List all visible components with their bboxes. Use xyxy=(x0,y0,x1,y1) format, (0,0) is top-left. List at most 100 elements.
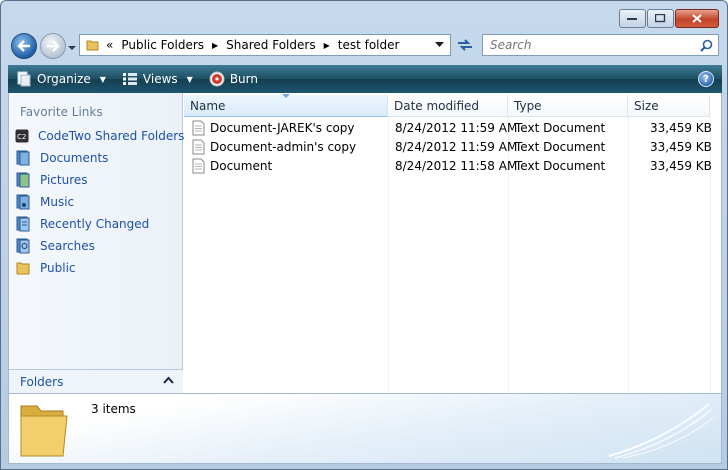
public-folder-icon xyxy=(15,260,31,276)
nav-item-label: Music xyxy=(40,195,75,209)
codetwo-icon: C2 xyxy=(15,128,29,144)
folder-icon xyxy=(86,40,99,51)
nav-item-music[interactable]: Music xyxy=(9,191,183,213)
forward-button[interactable] xyxy=(40,33,66,59)
folders-toggle[interactable]: Folders xyxy=(9,369,183,393)
back-button[interactable] xyxy=(11,33,37,59)
help-button[interactable]: ? xyxy=(698,71,714,87)
address-overflow-marker[interactable]: « xyxy=(106,38,113,52)
text-document-icon xyxy=(192,120,205,136)
back-arrow-icon xyxy=(17,40,30,52)
file-date-modified: 8/24/2012 11:58 AM xyxy=(395,159,518,173)
nav-item-label: Recently Changed xyxy=(40,217,150,231)
column-header-label: Name xyxy=(190,98,226,113)
address-dropdown-icon[interactable] xyxy=(435,42,444,48)
file-date-modified: 8/24/2012 11:59 AM xyxy=(395,121,518,135)
organize-icon xyxy=(17,71,31,87)
views-dropdown-icon: ▼ xyxy=(186,74,193,84)
nav-item-label: CodeTwo Shared Folders xyxy=(38,129,185,143)
nav-item-public[interactable]: Public xyxy=(9,257,183,279)
caption-buttons xyxy=(619,9,719,28)
nav-item-label: Documents xyxy=(40,151,109,165)
file-type: Text Document xyxy=(515,121,606,135)
text-document-icon xyxy=(192,158,205,174)
folder-large-icon xyxy=(20,405,68,457)
organize-button[interactable]: Organize ▼ xyxy=(8,65,114,93)
search-icon[interactable] xyxy=(700,39,713,52)
maximize-icon xyxy=(655,14,666,23)
details-pane: 3 items xyxy=(8,393,722,464)
organize-label: Organize xyxy=(37,72,91,86)
nav-item-searches[interactable]: Searches xyxy=(9,235,183,257)
file-name: Document-JAREK's copy xyxy=(210,121,355,135)
file-row[interactable]: Document-JAREK's copy 8/24/2012 11:59 AM… xyxy=(184,119,714,138)
refresh-icon xyxy=(458,39,472,51)
file-list: Name Date modified Type Size Document-JA… xyxy=(184,93,721,393)
chevron-up-icon xyxy=(163,376,174,384)
item-count: 3 items xyxy=(91,402,136,416)
sort-ascending-icon xyxy=(282,94,290,98)
column-header-label: Type xyxy=(514,98,542,113)
documents-icon xyxy=(15,150,31,166)
search-input[interactable] xyxy=(488,37,688,53)
file-name: Document-admin's copy xyxy=(210,140,357,154)
file-size: 33,459 KB xyxy=(650,159,712,173)
file-row[interactable]: Document 8/24/2012 11:58 AM Text Documen… xyxy=(184,157,714,176)
favorite-links-heading: Favorite Links xyxy=(20,105,103,119)
column-header-date-modified[interactable]: Date modified xyxy=(388,95,508,117)
file-name: Document xyxy=(210,159,273,173)
nav-item-label: Public xyxy=(40,261,76,275)
nav-item-label: Searches xyxy=(40,239,95,253)
decorative-swoosh xyxy=(608,403,714,459)
command-bar: Organize ▼ Views ▼ Burn ? xyxy=(8,65,722,93)
svg-text:C2: C2 xyxy=(17,133,26,141)
nav-item-codetwo-shared-folders[interactable]: C2 CodeTwo Shared Folders xyxy=(9,125,185,147)
recently-changed-icon xyxy=(15,216,31,232)
column-header-label: Size xyxy=(634,98,659,113)
file-type: Text Document xyxy=(515,159,606,173)
text-document-icon xyxy=(192,139,205,155)
column-header-label: Date modified xyxy=(394,98,480,113)
close-button[interactable] xyxy=(675,9,719,28)
views-button[interactable]: Views ▼ xyxy=(114,65,201,93)
close-icon xyxy=(692,14,702,23)
nav-item-label: Pictures xyxy=(40,173,88,187)
file-type: Text Document xyxy=(515,140,606,154)
maximize-button[interactable] xyxy=(647,9,674,28)
file-size: 33,459 KB xyxy=(650,121,712,135)
forward-arrow-icon xyxy=(47,40,60,52)
refresh-button[interactable] xyxy=(453,34,477,56)
burn-disc-icon xyxy=(209,71,225,87)
file-size: 33,459 KB xyxy=(650,140,712,154)
column-header-type[interactable]: Type xyxy=(508,95,628,117)
organize-dropdown-icon: ▼ xyxy=(99,74,106,84)
burn-label: Burn xyxy=(229,72,258,86)
breadcrumb-separator-icon[interactable]: ▶ xyxy=(324,41,330,50)
nav-item-pictures[interactable]: Pictures xyxy=(9,169,183,191)
burn-button[interactable]: Burn xyxy=(201,65,266,93)
file-date-modified: 8/24/2012 11:59 AM xyxy=(395,140,518,154)
chevron-down-icon xyxy=(68,46,76,50)
views-label: Views xyxy=(142,72,178,86)
column-header-size[interactable]: Size xyxy=(628,95,710,117)
folders-label: Folders xyxy=(20,374,64,389)
minimize-button[interactable] xyxy=(619,9,646,28)
breadcrumb-test-folder[interactable]: test folder xyxy=(338,38,400,52)
music-icon xyxy=(15,194,31,210)
views-icon xyxy=(122,73,137,85)
breadcrumb-public-folders[interactable]: Public Folders xyxy=(121,38,204,52)
favorite-links-list: C2 CodeTwo Shared Folders Documents Pict… xyxy=(9,125,185,279)
column-header-name[interactable]: Name xyxy=(184,94,388,117)
file-row[interactable]: Document-admin's copy 8/24/2012 11:59 AM… xyxy=(184,138,714,157)
breadcrumb-separator-icon[interactable]: ▶ xyxy=(212,41,218,50)
pictures-icon xyxy=(15,172,31,188)
address-bar[interactable]: « Public Folders ▶ Shared Folders ▶ test… xyxy=(79,34,451,56)
explorer-window: « Public Folders ▶ Shared Folders ▶ test… xyxy=(0,0,728,470)
navigation-pane: Favorite Links C2 CodeTwo Shared Folders… xyxy=(9,93,185,393)
breadcrumb-shared-folders[interactable]: Shared Folders xyxy=(226,38,315,52)
nav-item-documents[interactable]: Documents xyxy=(9,147,183,169)
nav-item-recently-changed[interactable]: Recently Changed xyxy=(9,213,183,235)
recent-pages-dropdown[interactable] xyxy=(67,42,77,52)
search-box[interactable] xyxy=(482,34,719,56)
main-area: Favorite Links C2 CodeTwo Shared Folders… xyxy=(8,93,722,393)
